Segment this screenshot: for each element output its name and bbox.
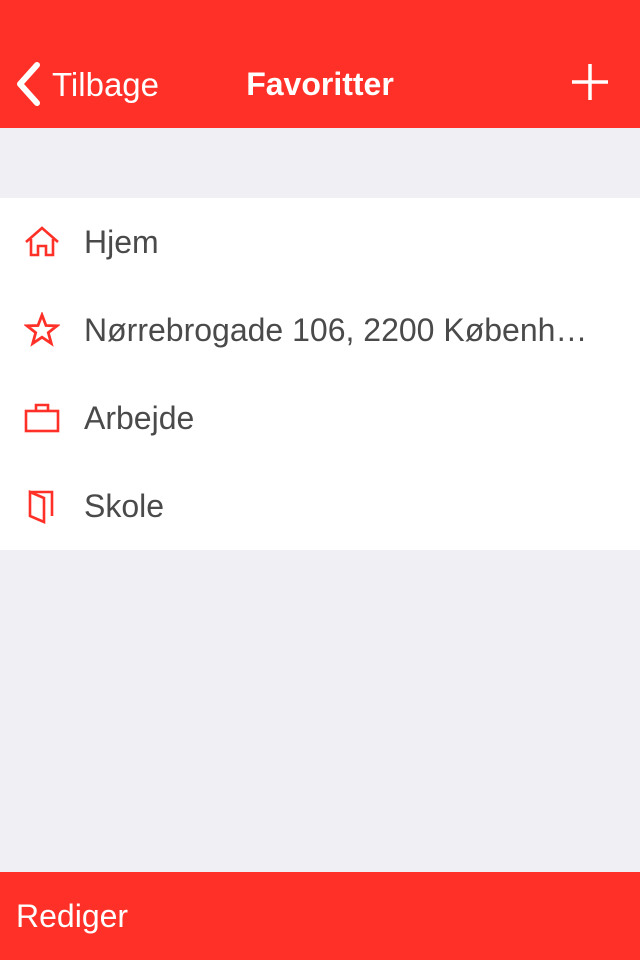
bottom-toolbar: Rediger — [0, 872, 640, 960]
favorite-label: Hjem — [84, 224, 159, 260]
book-icon — [24, 488, 60, 524]
favorite-label: Nørrebrogade 106, 2200 København N — [84, 312, 604, 348]
star-icon — [24, 312, 60, 348]
briefcase-icon — [24, 400, 60, 436]
edit-button[interactable]: Rediger — [16, 872, 128, 960]
back-button[interactable]: Tilbage — [14, 60, 159, 108]
favorite-label: Skole — [84, 488, 165, 524]
navigation-bar: Tilbage Favoritter — [0, 0, 640, 128]
favorite-label: Arbejde — [84, 400, 195, 436]
favorite-item-address[interactable]: Nørrebrogade 106, 2200 København N — [0, 286, 640, 374]
chevron-left-icon — [14, 62, 42, 106]
favorite-item-home[interactable]: Hjem — [0, 198, 640, 286]
back-label: Tilbage — [52, 65, 160, 103]
favorites-list: Hjem Nørrebrogade 106, 2200 København N … — [0, 198, 640, 550]
favorite-item-work[interactable]: Arbejde — [0, 374, 640, 462]
home-icon — [24, 224, 60, 260]
add-favorite-button[interactable] — [568, 60, 612, 104]
plus-icon — [568, 60, 612, 104]
favorite-item-school[interactable]: Skole — [0, 462, 640, 550]
